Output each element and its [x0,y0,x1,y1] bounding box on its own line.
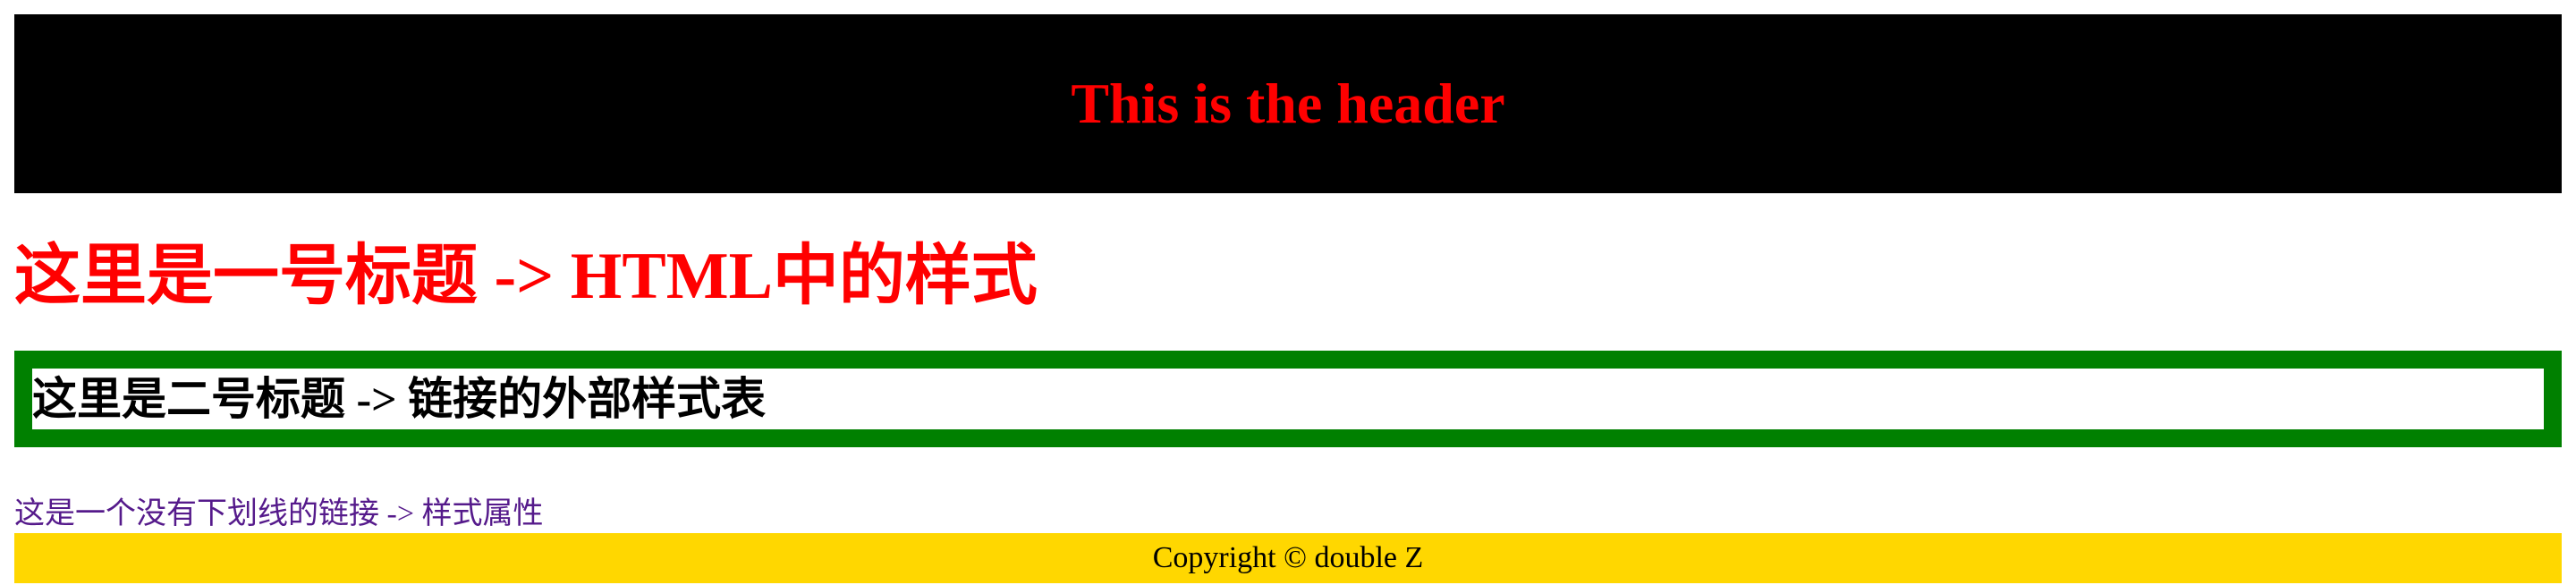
copyright-text: Copyright © double Z [1152,541,1424,574]
header-title: This is the header [1071,72,1505,135]
heading-level-2-box: 这里是二号标题 -> 链接的外部样式表 [14,351,2562,447]
underline-free-link[interactable]: 这是一个没有下划线的链接 -> 样式属性 [14,499,544,530]
page-footer: Copyright © double Z [14,533,2562,583]
page-header: This is the header [14,14,2562,193]
heading-level-1: 这里是一号标题 -> HTML中的样式 [14,240,1038,313]
heading-level-2: 这里是二号标题 -> 链接的外部样式表 [32,374,767,424]
page: This is the header 这里是一号标题 -> HTML中的样式 这… [14,14,2562,583]
